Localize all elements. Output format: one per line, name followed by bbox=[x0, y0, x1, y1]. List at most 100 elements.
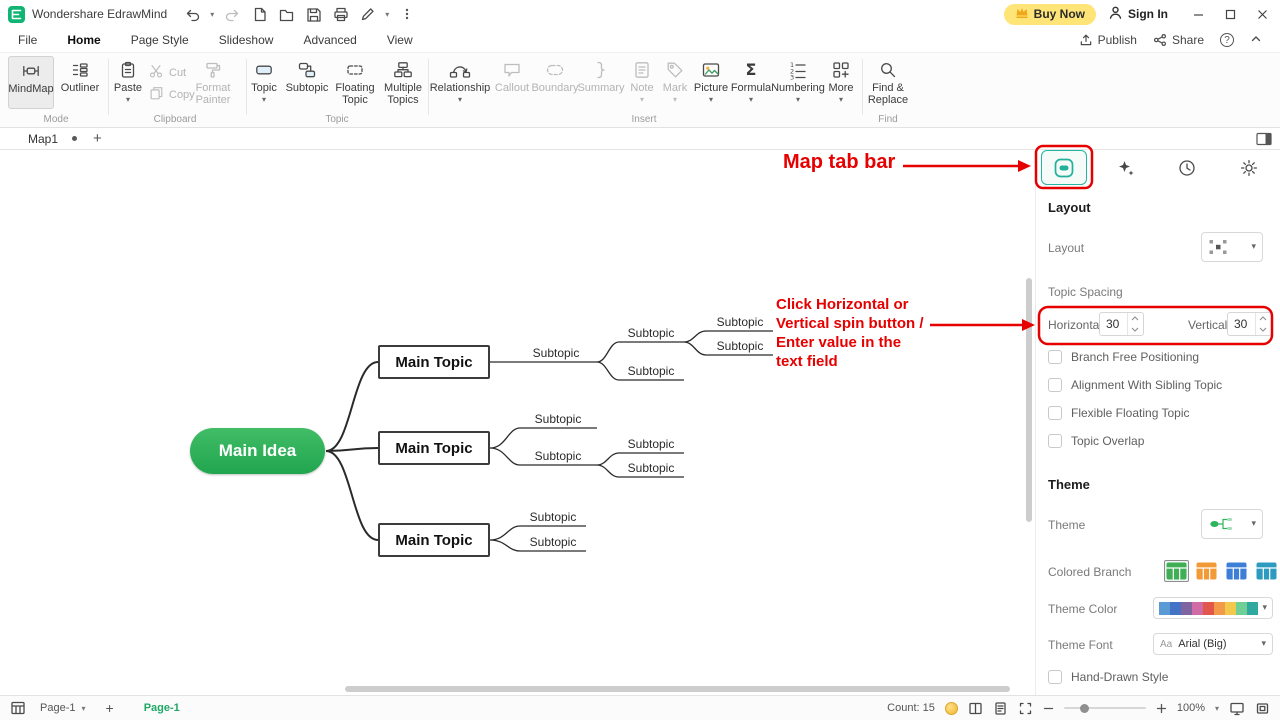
collapse-ribbon-icon[interactable] bbox=[1250, 33, 1262, 48]
theme-color-dropdown[interactable]: ▾ bbox=[1153, 597, 1273, 619]
checkbox-alignment-sibling[interactable]: Alignment With Sibling Topic bbox=[1048, 378, 1222, 392]
undo-dropdown-caret-icon[interactable]: ▾ bbox=[210, 10, 214, 19]
toggle-panel-icon[interactable] bbox=[1256, 132, 1272, 146]
summary-button[interactable]: Summary bbox=[577, 58, 625, 94]
callout-button[interactable]: Callout bbox=[494, 58, 530, 94]
node-subtopic[interactable]: Subtopic bbox=[518, 535, 588, 549]
node-subtopic[interactable]: Subtopic bbox=[616, 364, 686, 378]
node-subtopic[interactable]: Subtopic bbox=[616, 326, 686, 340]
zoom-slider[interactable] bbox=[1063, 701, 1146, 715]
page-selector-caret-icon[interactable]: ▾ bbox=[81, 704, 85, 713]
spin-down-icon[interactable] bbox=[1128, 324, 1141, 335]
horizontal-scrollbar[interactable] bbox=[345, 686, 1010, 692]
format-painter-button[interactable]: Format Painter bbox=[188, 58, 238, 106]
picture-button[interactable]: Picture ▾ bbox=[694, 58, 728, 104]
topic-button[interactable]: Topic ▾ bbox=[248, 58, 280, 104]
add-page-button[interactable]: + bbox=[106, 700, 114, 716]
panel-tab-settings[interactable] bbox=[1235, 154, 1263, 182]
node-main-topic-3[interactable]: Main Topic bbox=[378, 523, 490, 557]
panel-tab-ai[interactable] bbox=[1112, 154, 1140, 182]
node-main-topic-1[interactable]: Main Topic bbox=[378, 345, 490, 379]
horizontal-spinner[interactable] bbox=[1099, 312, 1144, 336]
colored-branch-teal[interactable] bbox=[1254, 560, 1279, 582]
fit-map-icon[interactable] bbox=[1018, 701, 1033, 716]
checkbox-topic-overlap[interactable]: Topic Overlap bbox=[1048, 434, 1144, 448]
horizontal-value-input[interactable] bbox=[1100, 313, 1127, 335]
node-main-topic-2[interactable]: Main Topic bbox=[378, 431, 490, 465]
relationship-button[interactable]: Relationship ▾ bbox=[430, 58, 490, 104]
vertical-value-input[interactable] bbox=[1228, 313, 1255, 335]
vertical-spinner[interactable] bbox=[1227, 312, 1272, 336]
node-subtopic[interactable]: Subtopic bbox=[523, 412, 593, 426]
node-subtopic[interactable]: Subtopic bbox=[523, 449, 593, 463]
menu-home[interactable]: Home bbox=[67, 33, 100, 47]
node-subtopic[interactable]: Subtopic bbox=[521, 346, 591, 360]
mindmap-canvas[interactable]: Main Idea Main Topic Main Topic Main Top… bbox=[0, 150, 1035, 695]
vertical-scrollbar[interactable] bbox=[1026, 278, 1032, 522]
new-tab-button[interactable]: + bbox=[93, 131, 102, 146]
cut-button[interactable]: Cut bbox=[148, 63, 186, 82]
save-icon[interactable] bbox=[304, 5, 322, 23]
theme-font-dropdown[interactable]: Aa Arial (Big) ▾ bbox=[1153, 633, 1273, 655]
node-subtopic[interactable]: Subtopic bbox=[518, 510, 588, 524]
active-page-tab[interactable]: Page-1 bbox=[144, 702, 180, 714]
boundary-button[interactable]: Boundary bbox=[531, 58, 579, 94]
menu-page-style[interactable]: Page Style bbox=[131, 33, 189, 47]
numbering-button[interactable]: 123 Numbering ▾ bbox=[771, 58, 825, 104]
checkbox-hand-drawn[interactable]: Hand-Drawn Style bbox=[1048, 670, 1168, 684]
floating-topic-button[interactable]: Floating Topic bbox=[334, 58, 376, 106]
colored-branch-green[interactable] bbox=[1164, 560, 1189, 582]
edit-dropdown-caret-icon[interactable]: ▾ bbox=[385, 10, 389, 19]
slide-view-icon[interactable] bbox=[993, 701, 1008, 716]
outliner-mode-button[interactable]: Outliner bbox=[58, 58, 102, 94]
fullscreen-icon[interactable] bbox=[1255, 701, 1270, 716]
page-selector[interactable]: Page-1 bbox=[40, 702, 75, 714]
node-subtopic[interactable]: Subtopic bbox=[616, 461, 686, 475]
menu-file[interactable]: File bbox=[18, 33, 37, 47]
subtopic-button[interactable]: Subtopic bbox=[284, 58, 330, 94]
colored-branch-orange[interactable] bbox=[1194, 560, 1219, 582]
multiple-topics-button[interactable]: Multiple Topics bbox=[380, 58, 426, 106]
zoom-caret-icon[interactable]: ▾ bbox=[1215, 704, 1219, 713]
panel-tab-style[interactable] bbox=[1041, 150, 1087, 185]
spin-down-icon[interactable] bbox=[1256, 324, 1269, 335]
split-view-icon[interactable] bbox=[968, 701, 983, 716]
edit-pen-icon[interactable] bbox=[358, 5, 376, 23]
print-icon[interactable] bbox=[331, 5, 349, 23]
node-subtopic[interactable]: Subtopic bbox=[705, 315, 775, 329]
more-options-icon[interactable] bbox=[398, 5, 416, 23]
undo-icon[interactable] bbox=[183, 5, 201, 23]
zoom-value[interactable]: 100% bbox=[1177, 702, 1205, 714]
node-subtopic[interactable]: Subtopic bbox=[705, 339, 775, 353]
minimize-button[interactable] bbox=[1186, 3, 1210, 25]
pages-grid-icon[interactable] bbox=[10, 700, 26, 716]
checkbox-branch-free-positioning[interactable]: Branch Free Positioning bbox=[1048, 350, 1199, 364]
note-button[interactable]: Note ▾ bbox=[628, 58, 656, 104]
presentation-icon[interactable] bbox=[1229, 701, 1245, 716]
paste-button[interactable]: Paste ▾ bbox=[110, 58, 146, 104]
tab-map1[interactable]: Map1 bbox=[28, 132, 58, 146]
formula-button[interactable]: Σ Formula ▾ bbox=[731, 58, 771, 105]
publish-button[interactable]: Publish bbox=[1079, 33, 1137, 47]
new-file-icon[interactable] bbox=[250, 5, 268, 23]
zoom-out-icon[interactable] bbox=[1043, 703, 1054, 714]
open-folder-icon[interactable] bbox=[277, 5, 295, 23]
menu-view[interactable]: View bbox=[387, 33, 413, 47]
more-button[interactable]: More ▾ bbox=[826, 58, 856, 104]
panel-tab-history[interactable] bbox=[1173, 154, 1201, 182]
sign-in-button[interactable]: Sign In bbox=[1108, 5, 1168, 23]
menu-slideshow[interactable]: Slideshow bbox=[219, 33, 274, 47]
find-replace-button[interactable]: Find & Replace bbox=[864, 58, 912, 106]
redo-icon[interactable] bbox=[223, 5, 241, 23]
spin-up-icon[interactable] bbox=[1256, 313, 1269, 324]
points-coin-icon[interactable] bbox=[944, 701, 958, 715]
node-subtopic[interactable]: Subtopic bbox=[616, 437, 686, 451]
menu-advanced[interactable]: Advanced bbox=[303, 33, 356, 47]
help-icon[interactable]: ? bbox=[1220, 33, 1234, 47]
buy-now-button[interactable]: Buy Now bbox=[1003, 3, 1096, 25]
mark-button[interactable]: Mark ▾ bbox=[660, 58, 690, 104]
node-main-idea[interactable]: Main Idea bbox=[190, 428, 325, 474]
close-button[interactable] bbox=[1250, 3, 1274, 25]
colored-branch-blue[interactable] bbox=[1224, 560, 1249, 582]
theme-dropdown[interactable]: ▾ bbox=[1201, 509, 1263, 539]
